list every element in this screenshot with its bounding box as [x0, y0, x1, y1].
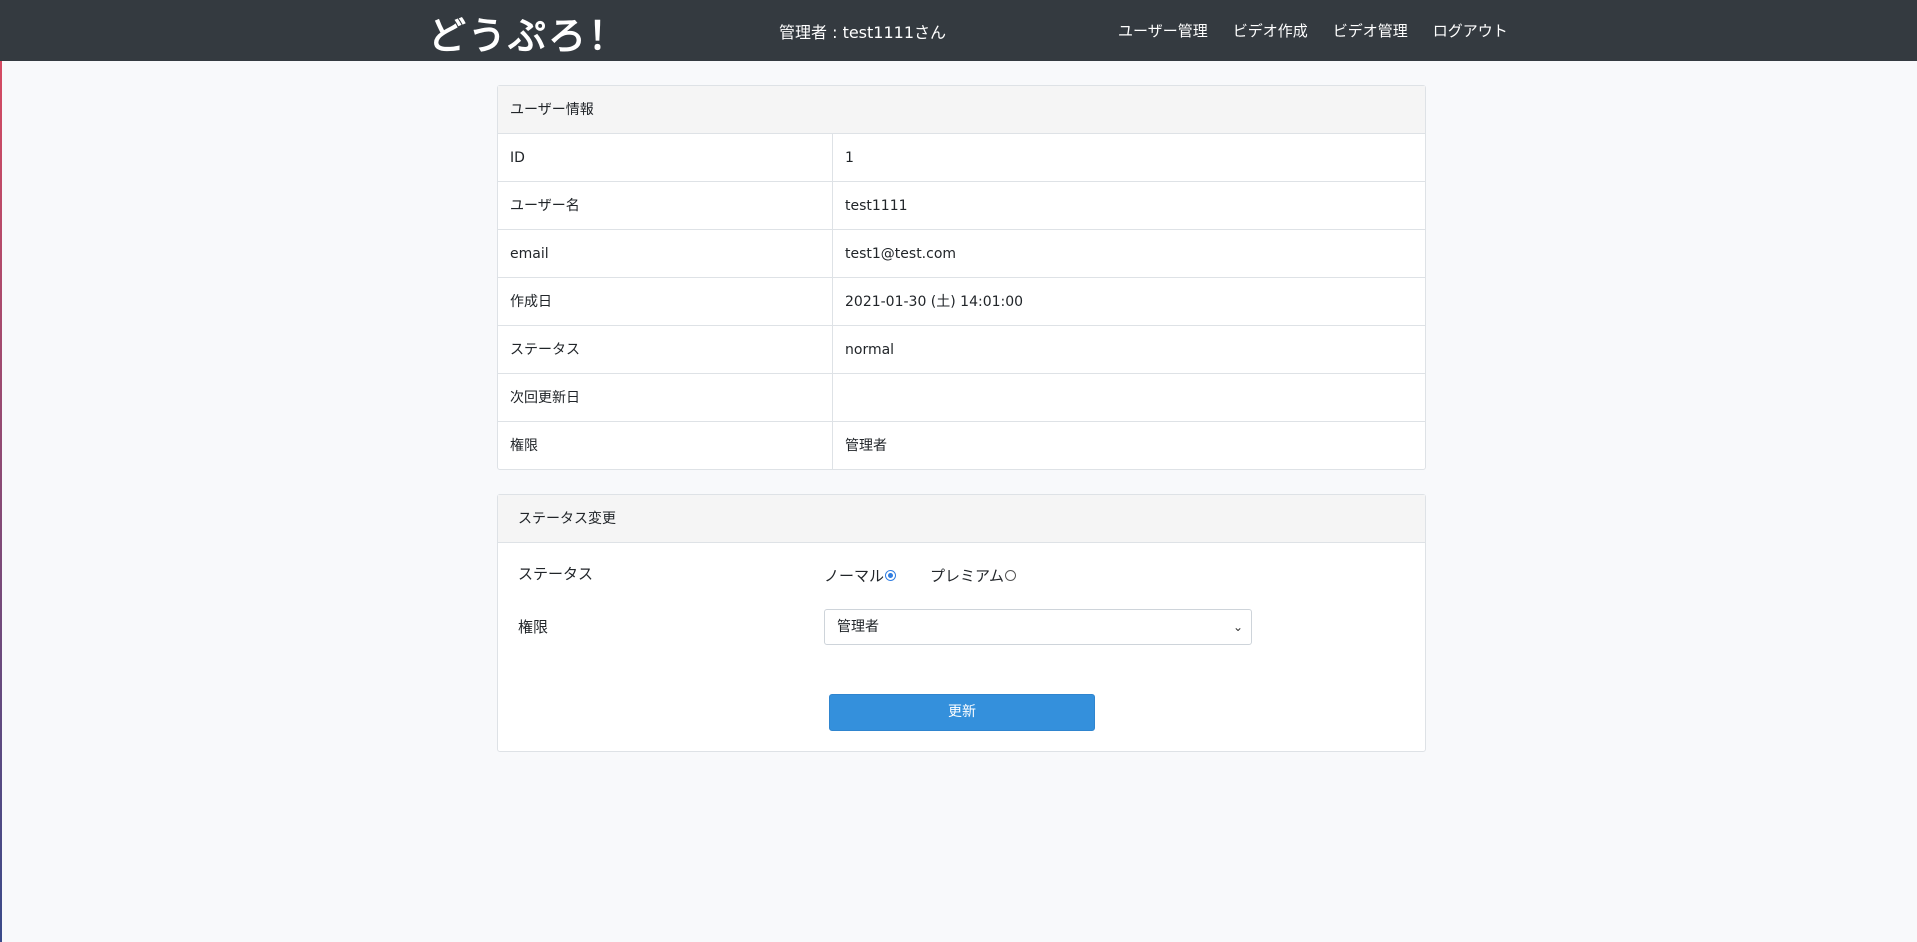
window-edge — [0, 0, 2, 942]
nav-video-management[interactable]: ビデオ管理 — [1333, 20, 1408, 41]
info-key: ユーザー名 — [498, 182, 833, 229]
info-row-email: email test1@test.com — [498, 230, 1425, 278]
info-value: test1@test.com — [845, 246, 957, 262]
status-change-title: ステータス変更 — [498, 495, 1425, 543]
info-value: test1111 — [845, 198, 908, 214]
info-key: email — [498, 230, 833, 277]
info-row-status: ステータス normal — [498, 326, 1425, 374]
info-row-next-renewal: 次回更新日 — [498, 374, 1425, 422]
info-key: ID — [498, 134, 833, 181]
info-key: ステータス — [498, 326, 833, 373]
info-value: 2021-01-30 (土) 14:01:00 — [845, 294, 1024, 310]
info-row-role: 権限 管理者 — [498, 422, 1425, 470]
nav-logout[interactable]: ログアウト — [1433, 20, 1508, 41]
chevron-down-icon: ⌄ — [1232, 620, 1243, 634]
info-value: normal — [845, 342, 895, 358]
nav-user-management[interactable]: ユーザー管理 — [1118, 20, 1208, 41]
user-info-title: ユーザー情報 — [498, 86, 1425, 134]
radio-label: プレミアム — [930, 567, 1004, 585]
role-select[interactable]: 管理者 ⌄ — [824, 609, 1252, 645]
radio-normal[interactable] — [885, 570, 897, 581]
navbar: どうぷろ！ 管理者 : test1111さん ユーザー管理 ビデオ作成 ビデオ管… — [0, 0, 1917, 61]
info-key: 権限 — [498, 422, 833, 470]
info-key: 次回更新日 — [498, 374, 833, 421]
role-selected-value: 管理者 — [837, 619, 879, 635]
info-row-created: 作成日 2021-01-30 (土) 14:01:00 — [498, 278, 1425, 326]
radio-option-normal[interactable]: ノーマル — [824, 565, 897, 586]
update-button[interactable]: 更新 — [829, 694, 1095, 731]
info-value: 1 — [845, 150, 854, 166]
role-field-label: 権限 — [518, 618, 549, 636]
admin-user-label: 管理者 : test1111さん — [779, 23, 947, 42]
info-value — [833, 374, 845, 421]
status-change-card: ステータス変更 ステータス ノーマル プレミアム 権限 管理者 ⌄ 更新 — [497, 494, 1426, 752]
status-radio-group: ノーマル プレミアム — [824, 565, 1050, 586]
user-info-card: ユーザー情報 ID 1 ユーザー名 test1111 email test1@t… — [497, 85, 1426, 470]
info-row-id: ID 1 — [498, 134, 1425, 182]
info-key: 作成日 — [498, 278, 833, 325]
info-row-username: ユーザー名 test1111 — [498, 182, 1425, 230]
nav-video-create[interactable]: ビデオ作成 — [1233, 20, 1308, 41]
brand-logo[interactable]: どうぷろ！ — [428, 5, 628, 60]
info-value: 管理者 — [845, 438, 887, 454]
radio-label: ノーマル — [824, 567, 885, 585]
nav-links: ユーザー管理 ビデオ作成 ビデオ管理 ログアウト — [1118, 20, 1508, 41]
radio-premium[interactable] — [1004, 570, 1016, 581]
radio-option-premium[interactable]: プレミアム — [930, 565, 1016, 586]
status-field-label: ステータス — [518, 565, 594, 583]
